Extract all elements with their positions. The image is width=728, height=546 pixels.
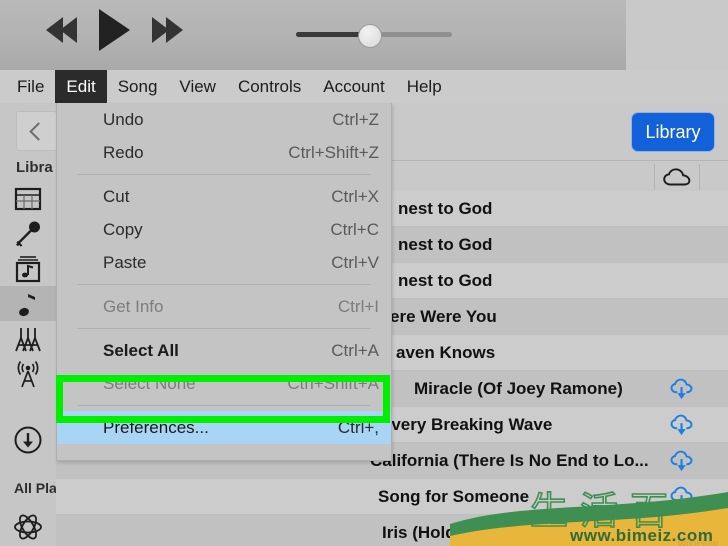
- library-button[interactable]: Library: [632, 113, 714, 151]
- atom-icon: [14, 514, 42, 540]
- playback-bar: [0, 0, 728, 71]
- table-row[interactable]: Iris (Hold Me Close): [56, 515, 728, 546]
- sidebar-item-artists[interactable]: [0, 216, 56, 251]
- volume-knob[interactable]: [358, 24, 382, 48]
- menu-option-undo[interactable]: Undo Ctrl+Z: [57, 103, 391, 136]
- song-title: Every Breaking Wave: [380, 415, 553, 434]
- table-row[interactable]: Song for Someone: [56, 479, 728, 515]
- menu-option-accelerator: Ctrl+I: [337, 296, 379, 316]
- menu-option-label: Undo: [103, 109, 144, 129]
- menu-item-label: File: [17, 76, 45, 96]
- volume-slider[interactable]: [296, 24, 452, 48]
- itunes-window: File Edit Song View Controls Account Help Libr…: [0, 0, 728, 546]
- chevron-left-icon: [29, 121, 48, 141]
- song-title: Miracle (Of Joey Ramone): [414, 379, 623, 398]
- back-button[interactable]: [16, 111, 57, 151]
- menu-option-redo[interactable]: Redo Ctrl+Shift+Z: [57, 136, 391, 169]
- download-circle-icon: [14, 426, 42, 454]
- playbar-right-filler: [626, 0, 728, 71]
- menu-option-label: Redo: [103, 142, 144, 162]
- menu-item-label: Edit: [66, 76, 96, 96]
- menu-option-select-none[interactable]: Select None Ctrl+Shift+A: [57, 367, 391, 400]
- menu-option-accelerator: Ctrl+V: [331, 252, 379, 272]
- menu-option-accelerator: Ctrl+Z: [332, 109, 379, 129]
- cloud-download-icon[interactable]: [670, 413, 694, 437]
- sidebar-item-recently-added[interactable]: [0, 181, 56, 216]
- menu-option-accelerator: Ctrl+Shift+Z: [288, 142, 379, 162]
- song-title: nest to God: [398, 199, 493, 218]
- menu-option-accelerator: Ctrl+A: [331, 340, 379, 360]
- menu-item-song[interactable]: Song: [107, 70, 169, 103]
- menu-item-label: Controls: [237, 76, 302, 96]
- song-title: nest to God: [398, 271, 493, 290]
- menu-option-paste[interactable]: Paste Ctrl+V: [57, 246, 391, 279]
- sidebar-heading: Libra: [16, 159, 53, 176]
- menu-separator: [77, 284, 371, 285]
- menu-bar: File Edit Song View Controls Account Help: [0, 70, 728, 104]
- cloud-icon[interactable]: [654, 164, 700, 190]
- menu-option-label: Get Info: [103, 296, 164, 316]
- menu-option-accelerator: Ctrl+X: [331, 186, 379, 206]
- play-icon[interactable]: [99, 9, 130, 51]
- menu-option-accelerator: Ctrl+,: [337, 417, 379, 437]
- genres-icon: [15, 327, 41, 351]
- cloud-download-icon[interactable]: [670, 485, 694, 509]
- menu-option-label: Paste: [103, 252, 147, 272]
- menu-option-label: Select All: [103, 340, 179, 360]
- song-title: Iris (Hold Me Close): [382, 523, 541, 542]
- menu-option-accelerator: Ctrl+C: [330, 219, 379, 239]
- menu-option-label: Copy: [103, 219, 143, 239]
- menu-separator: [77, 328, 371, 329]
- menu-item-label: Account: [323, 76, 385, 96]
- menu-option-label: Cut: [103, 186, 130, 206]
- cloud-download-icon[interactable]: [670, 521, 694, 545]
- menu-item-edit[interactable]: Edit: [55, 70, 107, 103]
- song-title: Song for Someone: [378, 487, 530, 506]
- album-icon: [15, 255, 41, 282]
- song-title: nest to God: [398, 235, 493, 254]
- menu-item-help[interactable]: Help: [396, 70, 453, 103]
- menu-option-label: Preferences...: [103, 417, 209, 437]
- cloud-download-icon[interactable]: [670, 377, 694, 401]
- menu-item-account[interactable]: Account: [312, 70, 395, 103]
- song-title: California (There Is No End to Lo...: [370, 451, 649, 470]
- menu-option-get-info[interactable]: Get Info Ctrl+I: [57, 290, 391, 323]
- menu-item-label: Song: [117, 76, 158, 96]
- menu-option-cut[interactable]: Cut Ctrl+X: [57, 180, 391, 213]
- song-title: aven Knows: [396, 343, 496, 362]
- menu-option-copy[interactable]: Copy Ctrl+C: [57, 213, 391, 246]
- cloud-download-icon[interactable]: [670, 449, 694, 473]
- grid-icon: [14, 187, 42, 210]
- rewind-icon[interactable]: [46, 17, 77, 43]
- sidebar-item-radio[interactable]: [0, 356, 56, 391]
- menu-item-label: Help: [406, 76, 442, 96]
- radio-tower-icon: [17, 360, 39, 387]
- sidebar-item-songs[interactable]: [0, 286, 56, 321]
- menu-item-view[interactable]: View: [168, 70, 227, 103]
- menu-option-select-all[interactable]: Select All Ctrl+A: [57, 334, 391, 367]
- edit-menu-dropdown: Undo Ctrl+Z Redo Ctrl+Shift+Z Cut Ctrl+X Copy C…: [56, 103, 392, 461]
- menu-option-label: Select None: [103, 373, 196, 393]
- menu-item-file[interactable]: File: [6, 70, 55, 103]
- menu-item-label: View: [179, 76, 216, 96]
- menu-option-preferences[interactable]: Preferences... Ctrl+,: [57, 411, 391, 444]
- menu-option-accelerator: Ctrl+Shift+A: [287, 373, 379, 393]
- transport-controls: [46, 9, 183, 51]
- sidebar-item-albums[interactable]: [0, 251, 56, 286]
- menu-item-controls[interactable]: Controls: [227, 70, 312, 103]
- music-note-icon: [19, 293, 35, 316]
- sidebar-item-genres[interactable]: [0, 321, 56, 356]
- fast-forward-icon[interactable]: [152, 17, 183, 43]
- menu-separator: [77, 174, 371, 175]
- menu-separator: [77, 405, 371, 406]
- microphone-icon: [16, 221, 40, 247]
- song-title: ere Were You: [390, 307, 497, 326]
